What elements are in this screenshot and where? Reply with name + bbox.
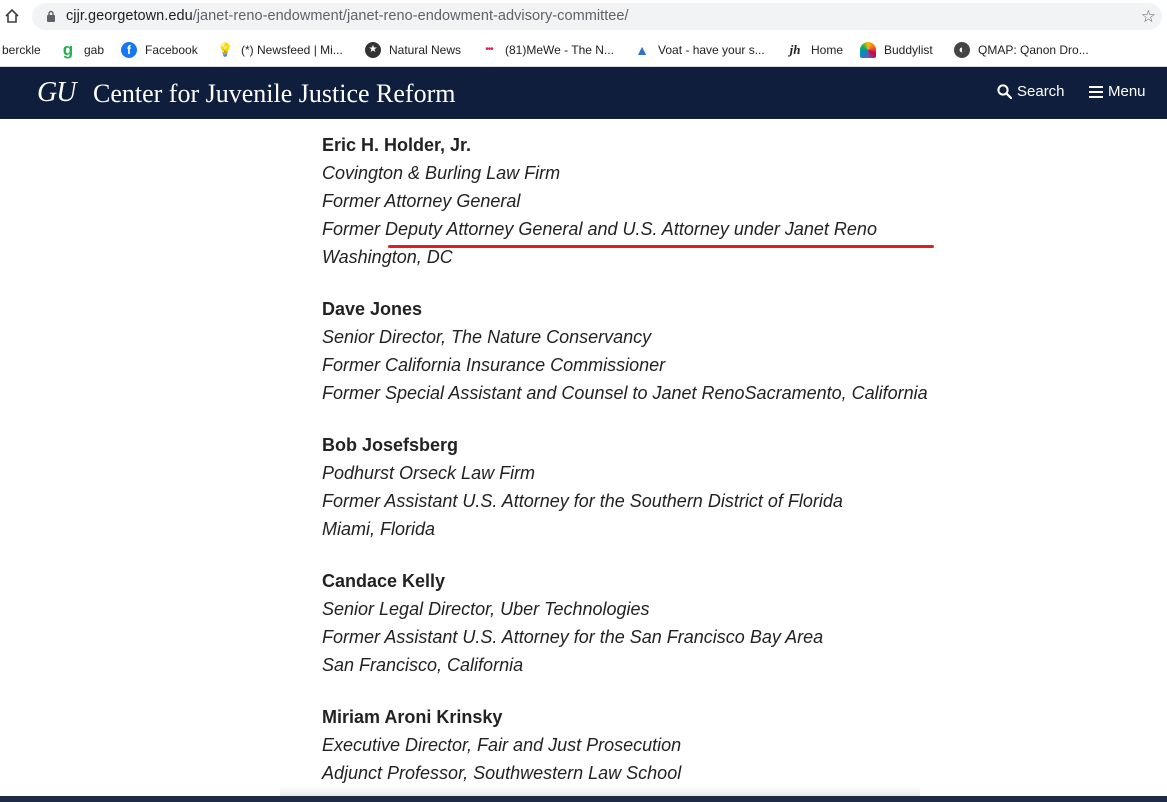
- member-detail: Covington & Burling Law Firm: [322, 163, 561, 183]
- member-detail: Former Assistant U.S. Attorney for the S…: [322, 491, 843, 511]
- bookmark-label: Home: [811, 43, 844, 57]
- member-detail: Executive Director, Fair and Just Prosec…: [322, 735, 682, 755]
- member-detail: Former Attorney General: [322, 191, 521, 211]
- member-detail: Adjunct Professor, Southwestern Law Scho…: [322, 763, 682, 783]
- hamburger-icon: [1089, 85, 1103, 98]
- bookmark-mewe[interactable]: ••• (81)MeWe - The N...: [481, 41, 614, 59]
- bookmark-facebook[interactable]: f Facebook: [121, 41, 198, 59]
- url-domain: cjjr.georgetown.edu: [66, 8, 193, 24]
- member-detail: Former Special Assistant and Counsel to …: [322, 383, 928, 403]
- member-name: Eric H. Holder, Jr.: [322, 135, 472, 155]
- member-entry: Eric H. Holder, Jr. Covington & Burling …: [322, 131, 1022, 271]
- member-entry: Dave Jones Senior Director, The Nature C…: [322, 295, 1022, 407]
- home-icon[interactable]: [4, 8, 20, 24]
- member-entry: Miriam Aroni Krinsky Executive Director,…: [322, 703, 1022, 787]
- search-button[interactable]: Search: [997, 83, 1065, 100]
- bookmark-natural-news[interactable]: ★ Natural News: [365, 41, 461, 59]
- bookmark-label: Buddylist: [884, 43, 933, 57]
- bookmark-label: Facebook: [145, 43, 198, 57]
- menu-button[interactable]: Menu: [1089, 83, 1146, 100]
- jh-icon: jh: [789, 42, 801, 57]
- site-title[interactable]: Center for Juvenile Justice Reform: [93, 79, 455, 109]
- facebook-icon: f: [121, 42, 137, 58]
- member-detail: Podhurst Orseck Law Firm: [322, 463, 536, 483]
- member-detail: Senior Legal Director, Uber Technologies: [322, 599, 650, 619]
- search-label: Search: [1017, 83, 1065, 100]
- bookmark-star-icon[interactable]: ☆: [1141, 7, 1156, 27]
- browser-url-bar: cjjr.georgetown.edu/janet-reno-endowment…: [0, 0, 1167, 34]
- bookmark-newsfeed[interactable]: 💡 (*) Newsfeed | Mi...: [217, 41, 343, 59]
- red-underline-annotation: [388, 245, 934, 248]
- member-detail: Former Assistant U.S. Attorney for the S…: [322, 627, 824, 647]
- address-bar[interactable]: cjjr.georgetown.edu/janet-reno-endowment…: [32, 3, 1162, 30]
- member-detail: Former Deputy Attorney General and U.S. …: [322, 219, 877, 239]
- committee-list: Eric H. Holder, Jr. Covington & Burling …: [322, 131, 1022, 802]
- bookmarks-bar: berckle g gab f Facebook 💡 (*) Newsfeed …: [0, 34, 1167, 67]
- search-icon: [997, 84, 1012, 99]
- member-name: Candace Kelly: [322, 571, 446, 591]
- bookmark-gab[interactable]: g gab: [60, 41, 104, 59]
- gu-logo[interactable]: GU: [37, 77, 76, 109]
- bookmark-label: QMAP: Qanon Dro...: [978, 43, 1089, 57]
- member-detail: Senior Director, The Nature Conservancy: [322, 327, 652, 347]
- scroll-fade: [280, 786, 920, 796]
- member-entry: Bob Josefsberg Podhurst Orseck Law Firm …: [322, 431, 1022, 543]
- menu-label: Menu: [1108, 83, 1146, 100]
- member-detail: San Francisco, California: [322, 655, 524, 675]
- bookmark-label: gab: [84, 43, 105, 57]
- bookmark-label: (81)MeWe - The N...: [505, 43, 614, 57]
- bookmark-voat[interactable]: ▲ Voat - have your s...: [634, 41, 765, 59]
- member-name: Miriam Aroni Krinsky: [322, 707, 503, 727]
- bookmark-label: Natural News: [389, 43, 462, 57]
- peacock-icon: [860, 42, 876, 58]
- bookmark-label: Voat - have your s...: [658, 43, 765, 57]
- bookmark-home[interactable]: jh Home: [787, 41, 843, 59]
- bookmark-label: (*) Newsfeed | Mi...: [241, 43, 343, 57]
- member-name: Dave Jones: [322, 299, 423, 319]
- member-name: Bob Josefsberg: [322, 435, 459, 455]
- bookmark-label: berckle: [2, 43, 41, 57]
- member-entry: Candace Kelly Senior Legal Director, Ube…: [322, 567, 1022, 679]
- site-header: GU Center for Juvenile Justice Reform Se…: [0, 67, 1167, 119]
- bookmark-berckle[interactable]: berckle: [2, 41, 41, 59]
- lock-icon: [47, 10, 55, 22]
- triangle-icon: ▲: [635, 42, 649, 58]
- bookmark-qmap[interactable]: ◐ QMAP: Qanon Dro...: [954, 41, 1089, 59]
- lightbulb-icon: 💡: [217, 42, 234, 57]
- bookmark-buddylist[interactable]: Buddylist: [860, 41, 933, 59]
- star-circle-icon: ★: [365, 42, 381, 58]
- member-detail: Miami, Florida: [322, 519, 436, 539]
- url-path: /janet-reno-endowment/janet-reno-endowme…: [192, 8, 629, 24]
- url-text: cjjr.georgetown.edu/janet-reno-endowment…: [66, 8, 629, 24]
- member-detail: Former California Insurance Commissioner: [322, 355, 666, 375]
- dots-icon: •••: [485, 44, 494, 55]
- globe-icon: ◐: [954, 42, 970, 58]
- bottom-bar: [0, 796, 1167, 802]
- gab-icon: g: [62, 40, 74, 59]
